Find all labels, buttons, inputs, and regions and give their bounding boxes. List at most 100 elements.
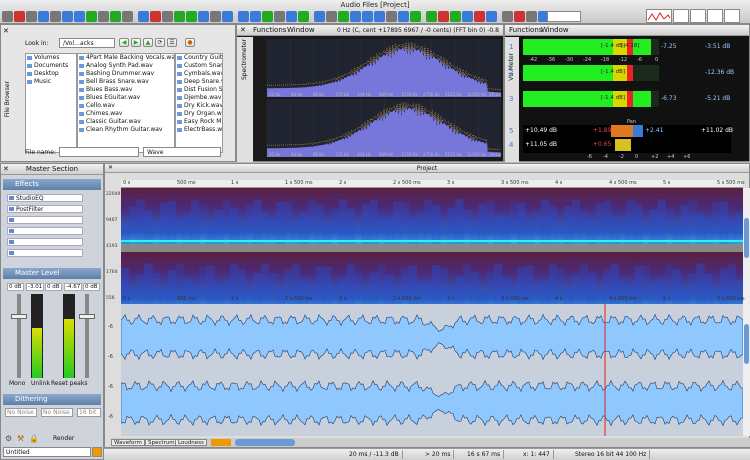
file-item[interactable]: ElectrBass.w: [176, 126, 222, 134]
file-item[interactable]: Clean Rhythm Guitar.wav: [78, 126, 174, 134]
pause-icon[interactable]: [426, 11, 437, 22]
zoom-fit-icon[interactable]: [186, 11, 197, 22]
file-item[interactable]: Easy Rock M: [176, 118, 222, 126]
settings-icon[interactable]: [526, 11, 537, 22]
spectro-scrollbar[interactable]: [743, 188, 750, 312]
effect-slot[interactable]: StudioEQ: [7, 194, 83, 202]
new-icon[interactable]: [2, 11, 13, 22]
left-fader-track[interactable]: [17, 294, 21, 378]
loop-play-icon[interactable]: [398, 11, 409, 22]
file-item[interactable]: Djembe.wav: [176, 94, 222, 102]
files-list-2[interactable]: Country Guita Custom Snare Cymbals.wav Deep…: [175, 53, 223, 153]
close-icon[interactable]: ✕: [3, 27, 9, 35]
view-tab[interactable]: Waveform: [111, 439, 145, 446]
snap-icon[interactable]: [286, 11, 297, 22]
rewind-icon[interactable]: [338, 11, 349, 22]
play-selection-icon[interactable]: [410, 11, 421, 22]
lock-icon[interactable]: 🔒: [29, 433, 39, 445]
window-menu[interactable]: Window: [541, 25, 569, 36]
file-item[interactable]: Dist Fusion S: [176, 86, 222, 94]
marker-icon[interactable]: [222, 11, 233, 22]
wrench-icon[interactable]: ⚒: [17, 433, 24, 445]
file-item[interactable]: Volumes: [26, 54, 76, 62]
view-tab[interactable]: Loudness: [175, 439, 207, 446]
stop-icon[interactable]: [350, 11, 361, 22]
copy-icon[interactable]: [38, 11, 49, 22]
close-icon[interactable]: ✕: [3, 165, 9, 173]
preset-menu-icon[interactable]: [92, 447, 102, 457]
play-icon[interactable]: [362, 11, 373, 22]
file-item[interactable]: Chimes.wav: [78, 110, 174, 118]
file-item[interactable]: Cello.wav: [78, 102, 174, 110]
spectrum-tool-icon[interactable]: [673, 9, 689, 23]
effect-slot[interactable]: PostFilter: [7, 205, 83, 213]
grid-icon[interactable]: [298, 11, 309, 22]
file-name-input[interactable]: [59, 147, 139, 157]
look-in-select[interactable]: /Vol…acks: [59, 38, 115, 48]
mix-icon[interactable]: [122, 11, 133, 22]
mono-button[interactable]: Mono: [9, 380, 25, 387]
forward-icon[interactable]: [374, 11, 385, 22]
normalize-icon[interactable]: [138, 11, 149, 22]
tool-icons[interactable]: [211, 439, 231, 446]
region-icon[interactable]: [250, 11, 261, 22]
record-icon[interactable]: [150, 11, 161, 22]
gear-icon[interactable]: ⚙: [5, 433, 12, 445]
prev-icon[interactable]: [326, 11, 337, 22]
file-item[interactable]: Custom Snare: [176, 62, 222, 70]
burn-icon[interactable]: [502, 11, 513, 22]
effect-slot[interactable]: [7, 249, 83, 257]
file-item[interactable]: Deep Snare.w: [176, 78, 222, 86]
level-meter-icon[interactable]: [646, 9, 672, 23]
file-item[interactable]: Country Guita: [176, 54, 222, 62]
effect-slot[interactable]: [7, 216, 83, 224]
file-item[interactable]: Dry Organ.wa: [176, 110, 222, 118]
scrub-icon[interactable]: [486, 11, 497, 22]
reset-peaks-button[interactable]: Reset peaks: [51, 380, 87, 387]
trim-icon[interactable]: [98, 11, 109, 22]
file-type-select[interactable]: Wave: [143, 147, 221, 157]
undo-icon[interactable]: [62, 11, 73, 22]
paste-icon[interactable]: [50, 11, 61, 22]
zoom-out-icon[interactable]: [174, 11, 185, 22]
file-item[interactable]: Blues Bass.wav: [78, 86, 174, 94]
dither-select-1[interactable]: No Noise: [5, 408, 37, 417]
file-item[interactable]: Desktop: [26, 70, 76, 78]
window-menu[interactable]: Window: [287, 25, 315, 36]
cut-icon[interactable]: [86, 11, 97, 22]
file-item[interactable]: Cymbals.wav: [176, 70, 222, 78]
preview-button[interactable]: ●: [185, 38, 195, 47]
monitor-icon[interactable]: [474, 11, 485, 22]
right-fader-handle[interactable]: [79, 314, 95, 319]
fade-icon[interactable]: [262, 11, 273, 22]
go-end-icon[interactable]: [386, 11, 397, 22]
wave-scrollbar[interactable]: [743, 304, 750, 436]
functions-menu[interactable]: Functions: [509, 25, 542, 36]
list-view-button[interactable]: ☰: [167, 38, 177, 47]
crossfade-icon[interactable]: [274, 11, 285, 22]
file-item[interactable]: Bell Brass Snare.wav: [78, 78, 174, 86]
save-icon[interactable]: [26, 11, 37, 22]
open-icon[interactable]: [14, 11, 25, 22]
punch-icon[interactable]: [462, 11, 473, 22]
file-item[interactable]: 4Part Male Backing Vocals.wav: [78, 54, 174, 62]
file-item[interactable]: Blues EGuitar.wav: [78, 94, 174, 102]
refresh-button[interactable]: ⟳: [155, 38, 165, 47]
file-item[interactable]: Dry Kick.wav: [176, 102, 222, 110]
redo-icon[interactable]: [74, 11, 85, 22]
waveform-view[interactable]: [121, 304, 743, 436]
dither-select-2[interactable]: No Noise: [41, 408, 73, 417]
forward-button[interactable]: ▶: [131, 38, 141, 47]
silence-icon[interactable]: [110, 11, 121, 22]
render-button[interactable]: Render: [53, 433, 74, 445]
files-list[interactable]: 4Part Male Backing Vocals.wav Analog Synt…: [77, 53, 175, 153]
list-tool-icon[interactable]: [690, 9, 706, 23]
dither-bits-select[interactable]: 16 bit: [77, 408, 101, 417]
volumes-list[interactable]: Volumes Documents Desktop Music: [25, 53, 77, 153]
pdf-icon[interactable]: [724, 9, 740, 23]
effect-slot[interactable]: [7, 238, 83, 246]
unlink-button[interactable]: Unlink: [31, 380, 50, 387]
left-fader-handle[interactable]: [11, 314, 27, 319]
record-button-icon[interactable]: [438, 11, 449, 22]
effect-slot[interactable]: [7, 227, 83, 235]
